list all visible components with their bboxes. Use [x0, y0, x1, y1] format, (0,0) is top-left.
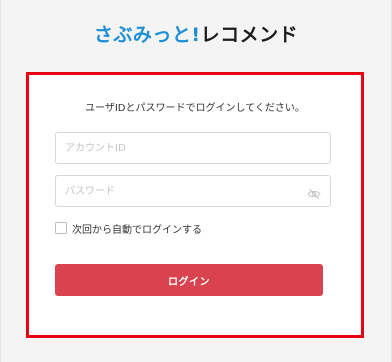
eye-slash-icon[interactable]	[307, 185, 321, 200]
brand-logo: さぶみっと!レコメンド	[1, 20, 391, 47]
auto-login-label: 次回から自動でログインする	[72, 224, 202, 236]
auto-login-option[interactable]: 次回から自動でログインする	[55, 221, 202, 236]
brand-name-primary: さぶみっと!	[93, 24, 201, 46]
brand-name-secondary: レコメンド	[200, 24, 299, 46]
login-button[interactable]: ログイン	[55, 264, 323, 296]
account-id-input[interactable]	[55, 132, 331, 164]
password-input[interactable]	[55, 175, 331, 207]
login-panel: ユーザIDとパスワードでログインしてください。 次回から自動でログインする ログ…	[26, 72, 364, 338]
login-instruction: ユーザIDとパスワードでログインしてください。	[85, 103, 305, 114]
auto-login-checkbox[interactable]	[55, 222, 67, 234]
login-page: さぶみっと!レコメンド ユーザIDとパスワードでログインしてください。 次回から…	[0, 0, 392, 362]
